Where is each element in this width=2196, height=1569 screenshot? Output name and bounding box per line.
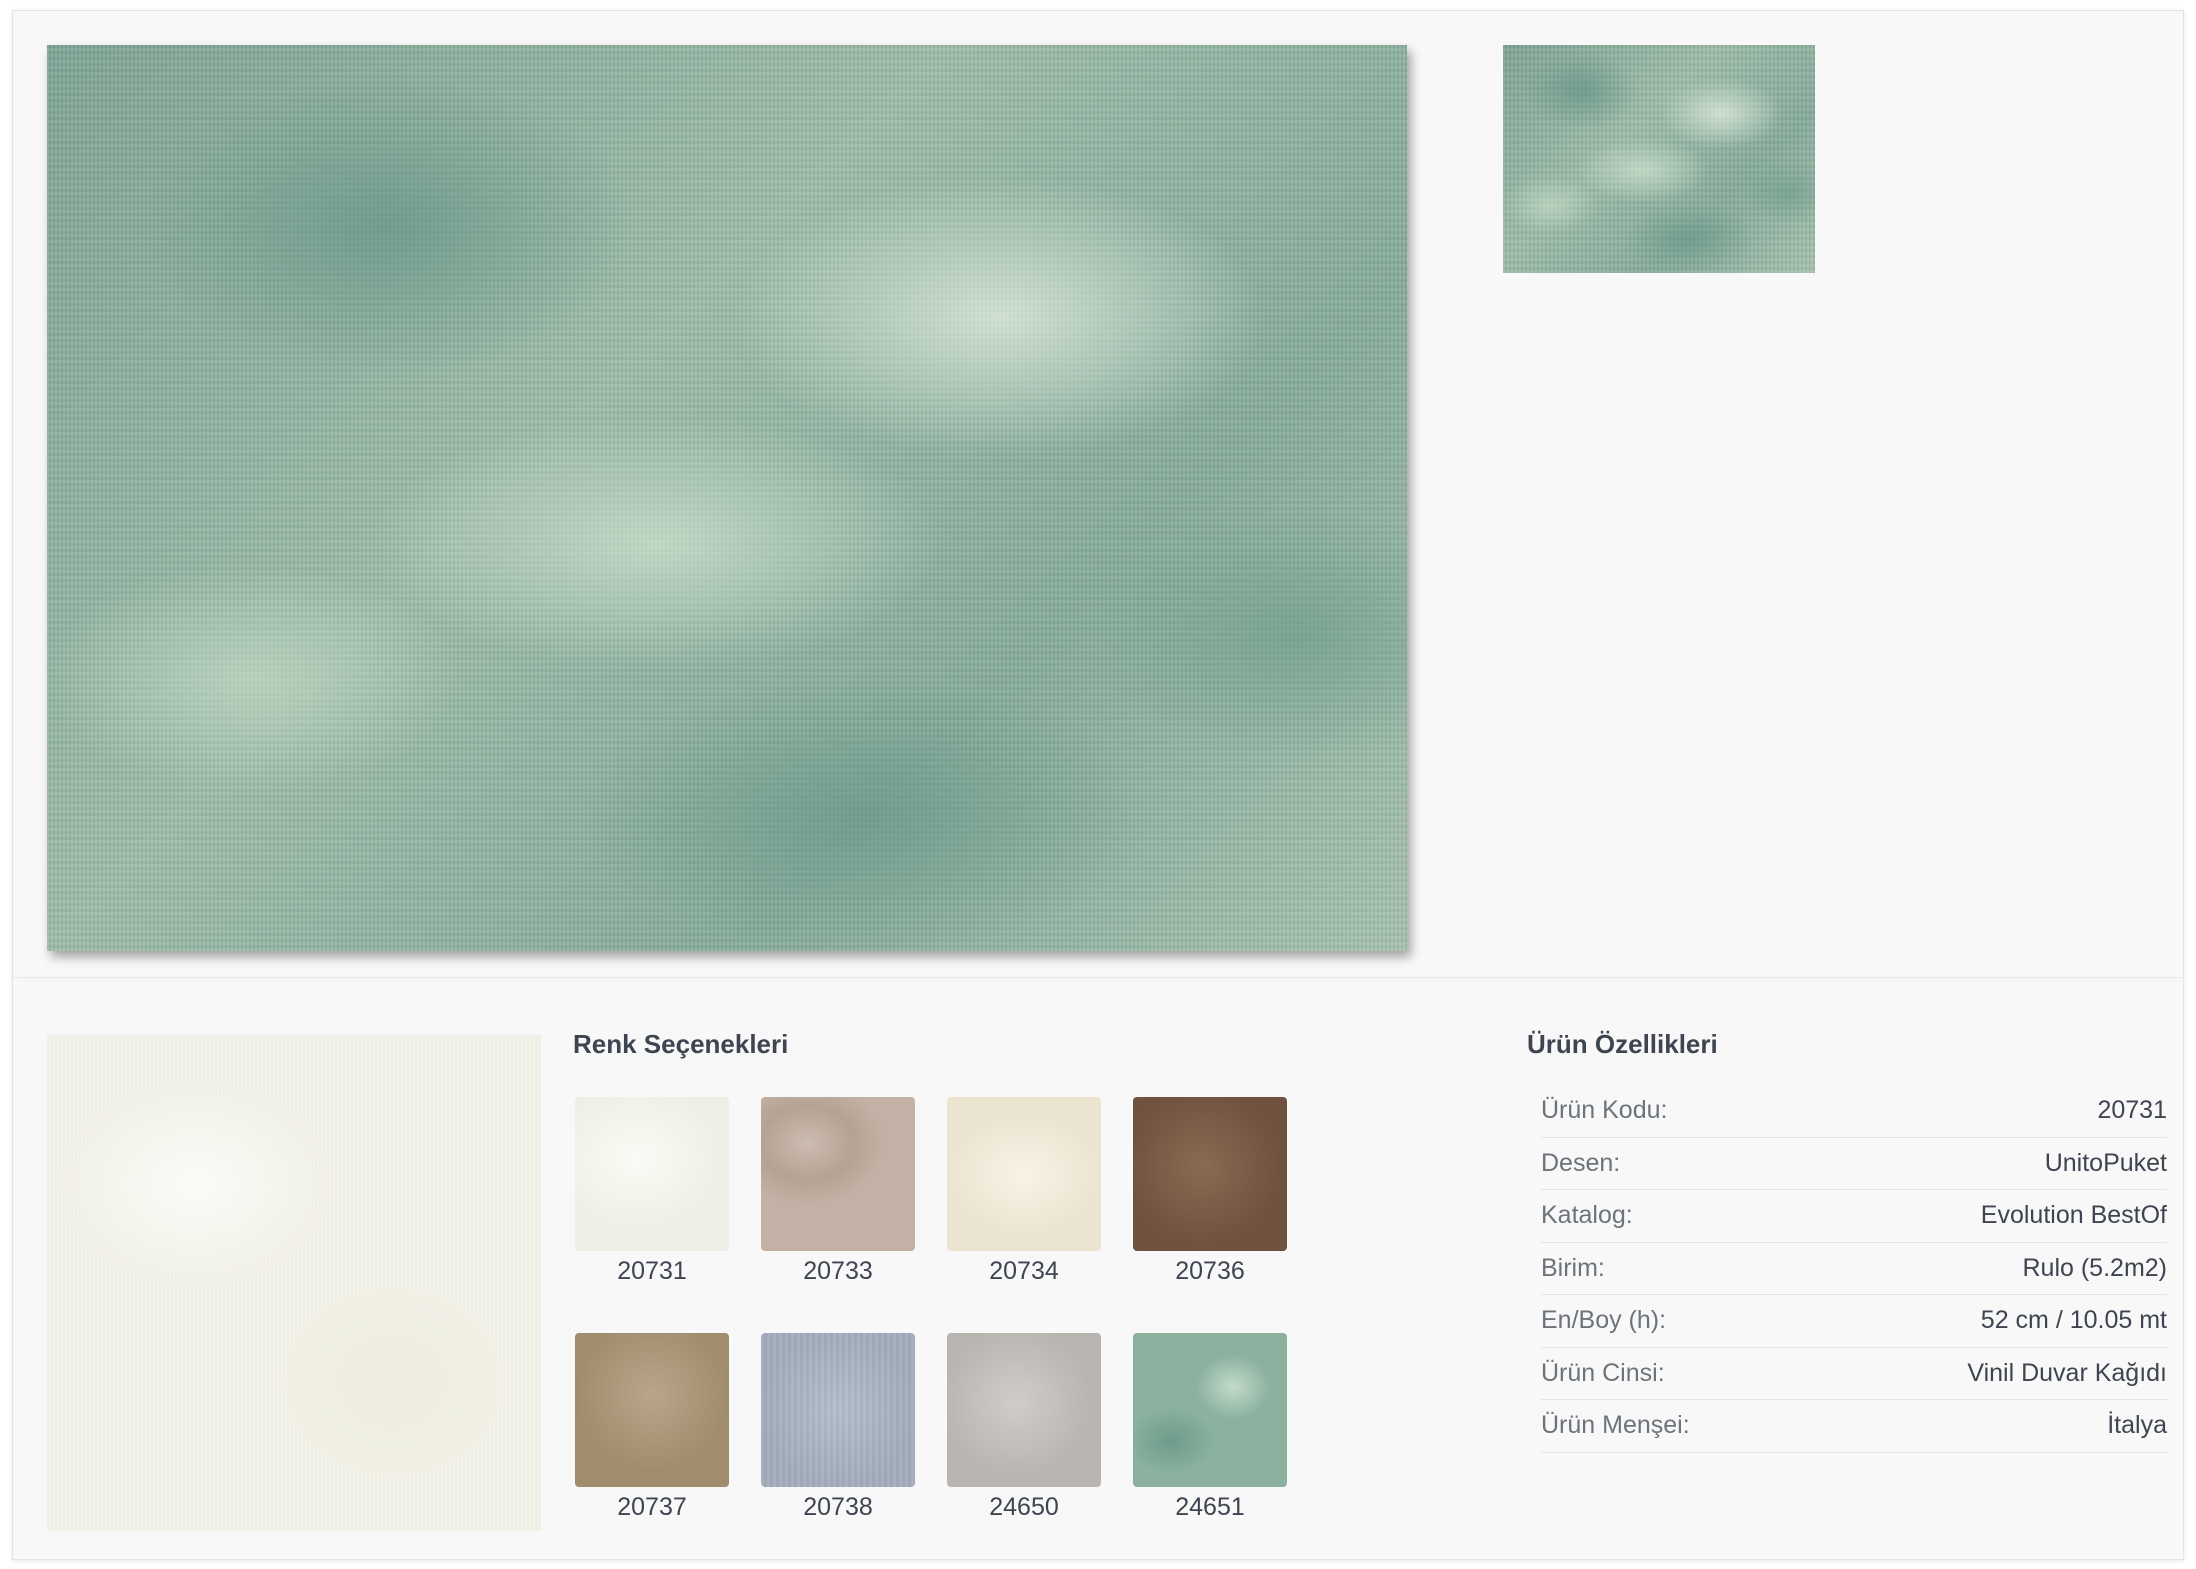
spec-value: Evolution BestOf	[1980, 1201, 2167, 1230]
color-swatch-20734[interactable]: 20734	[947, 1097, 1101, 1333]
swatch-image[interactable]	[1133, 1333, 1287, 1487]
swatch-code[interactable]: 20736	[1133, 1257, 1287, 1286]
swatch-image[interactable]	[575, 1097, 729, 1251]
swatch-image[interactable]	[947, 1333, 1101, 1487]
product-specs-table: Ürün Kodu: 20731 Desen: UnitoPuket Katal…	[1541, 1085, 2167, 1453]
swatch-image[interactable]	[1133, 1097, 1287, 1251]
spec-value: Vinil Duvar Kağıdı	[1967, 1358, 2167, 1387]
swatch-image[interactable]	[761, 1333, 915, 1487]
swatch-code[interactable]: 24650	[947, 1493, 1101, 1522]
color-swatch-grid: 20731 20733 20734 20736 20737 20738 2465…	[575, 1097, 1287, 1569]
section-divider	[13, 977, 2183, 978]
spec-key: Ürün Kodu:	[1541, 1096, 1668, 1125]
swatch-image[interactable]	[575, 1333, 729, 1487]
spec-value: 20731	[2097, 1096, 2167, 1125]
color-swatch-24650[interactable]: 24650	[947, 1333, 1101, 1569]
spec-key: Ürün Cinsi:	[1541, 1358, 1665, 1387]
spec-key: Birim:	[1541, 1253, 1605, 1282]
swatch-code[interactable]: 20733	[761, 1257, 915, 1286]
spec-key: Desen:	[1541, 1148, 1621, 1177]
color-swatch-20731[interactable]: 20731	[575, 1097, 729, 1333]
spec-value: Rulo (5.2m2)	[2022, 1253, 2168, 1282]
product-thumbnail[interactable]	[1503, 45, 1815, 273]
spec-value: İtalya	[2107, 1411, 2167, 1440]
swatch-image[interactable]	[947, 1097, 1101, 1251]
color-swatch-20737[interactable]: 20737	[575, 1333, 729, 1569]
spec-row-dimensions: En/Boy (h): 52 cm / 10.05 mt	[1541, 1295, 2167, 1348]
swatch-image[interactable]	[761, 1097, 915, 1251]
swatch-code[interactable]: 20738	[761, 1493, 915, 1522]
color-swatch-20736[interactable]: 20736	[1133, 1097, 1287, 1333]
selected-color-preview	[47, 1035, 541, 1531]
swatch-code[interactable]: 24651	[1133, 1493, 1287, 1522]
spec-row-product-code: Ürün Kodu: 20731	[1541, 1085, 2167, 1138]
swatch-code[interactable]: 20737	[575, 1493, 729, 1522]
swatch-code[interactable]: 20734	[947, 1257, 1101, 1286]
product-page: Renk Seçenekleri 20731 20733 20734 20736…	[12, 10, 2184, 1560]
spec-row-pattern: Desen: UnitoPuket	[1541, 1138, 2167, 1190]
color-swatch-20733[interactable]: 20733	[761, 1097, 915, 1333]
color-options-title: Renk Seçenekleri	[573, 1029, 789, 1059]
spec-key: Katalog:	[1541, 1201, 1633, 1230]
main-product-image	[47, 45, 1407, 951]
spec-key: En/Boy (h):	[1541, 1306, 1667, 1335]
spec-row-origin: Ürün Menşei: İtalya	[1541, 1400, 2167, 1453]
color-swatch-24651[interactable]: 24651	[1133, 1333, 1287, 1569]
spec-value: UnitoPuket	[2044, 1148, 2167, 1177]
color-swatch-20738[interactable]: 20738	[761, 1333, 915, 1569]
swatch-code[interactable]: 20731	[575, 1257, 729, 1286]
product-specs-title: Ürün Özellikleri	[1527, 1029, 1718, 1059]
spec-row-type: Ürün Cinsi: Vinil Duvar Kağıdı	[1541, 1348, 2167, 1400]
spec-row-unit: Birim: Rulo (5.2m2)	[1541, 1243, 2168, 1295]
spec-value: 52 cm / 10.05 mt	[1980, 1306, 2167, 1335]
spec-key: Ürün Menşei:	[1541, 1411, 1690, 1440]
spec-row-catalog: Katalog: Evolution BestOf	[1541, 1190, 2167, 1243]
